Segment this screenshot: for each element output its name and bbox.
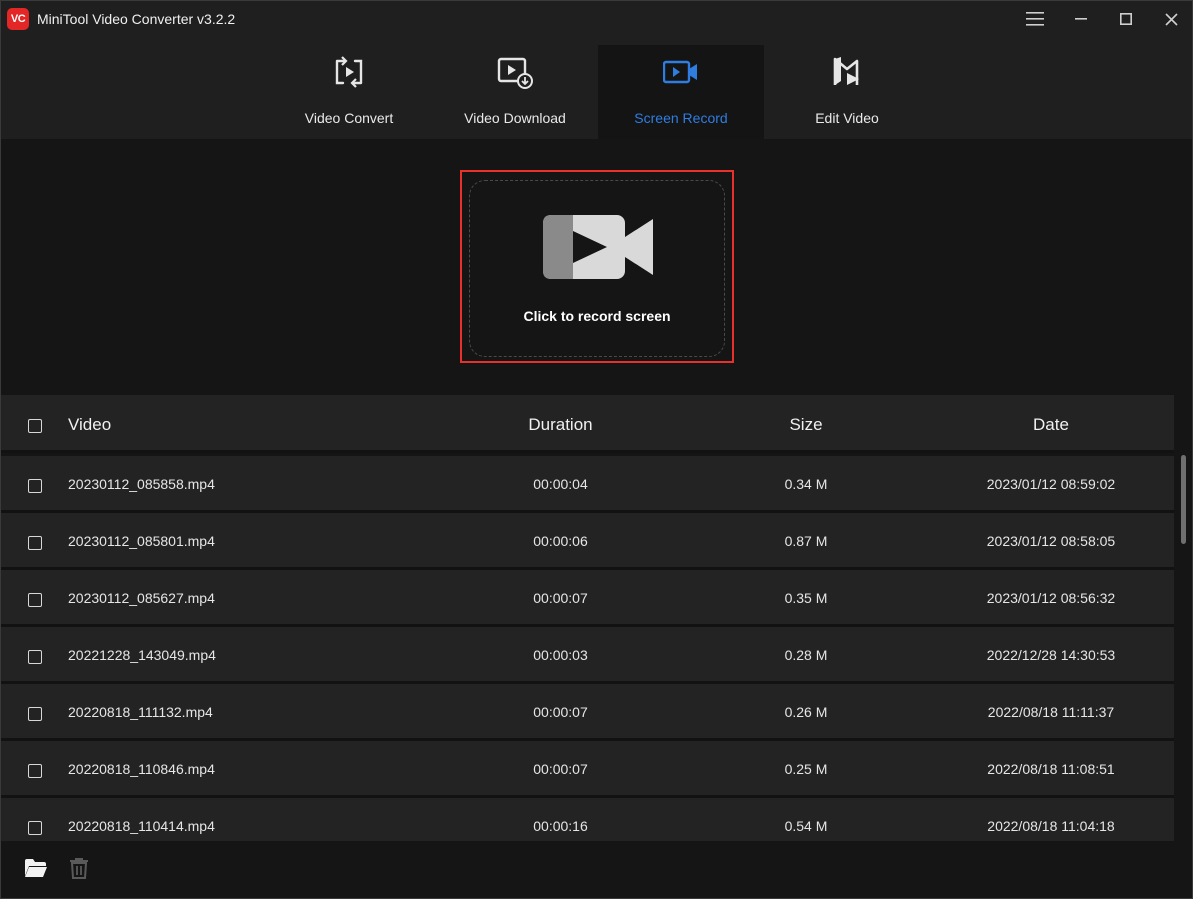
video-duration: 00:00:16 xyxy=(533,818,588,834)
row-checkbox[interactable] xyxy=(28,593,42,607)
video-name: 20230112_085858.mp4 xyxy=(68,476,215,492)
row-checkbox[interactable] xyxy=(28,650,42,664)
close-icon[interactable] xyxy=(1154,7,1188,31)
video-size: 0.54 M xyxy=(784,818,828,834)
video-duration: 00:00:07 xyxy=(533,704,588,720)
video-name: 20220818_110846.mp4 xyxy=(68,761,215,777)
table-row[interactable]: 20230112_085801.mp4 00:00:06 0.87 M 2023… xyxy=(1,513,1174,570)
tab-label: Video Convert xyxy=(304,110,394,126)
main-nav: Video Convert Video Download Screen Reco… xyxy=(1,37,1192,139)
maximize-icon[interactable] xyxy=(1109,7,1143,31)
table-header: Video Duration Size Date xyxy=(1,395,1174,453)
screen-record-icon xyxy=(663,60,697,84)
tab-video-convert[interactable]: Video Convert xyxy=(266,45,432,139)
tab-label: Video Download xyxy=(464,110,566,126)
video-date: 2023/01/12 08:58:05 xyxy=(986,533,1116,549)
video-size: 0.35 M xyxy=(784,590,828,606)
header-size: Size xyxy=(789,415,823,434)
hamburger-menu-icon[interactable] xyxy=(1018,7,1052,31)
video-name: 20220818_111132.mp4 xyxy=(68,704,213,720)
video-date: 2023/01/12 08:59:02 xyxy=(986,476,1116,492)
minimize-icon[interactable] xyxy=(1064,7,1098,31)
edit-video-icon xyxy=(833,57,859,85)
record-label: Click to record screen xyxy=(523,308,671,324)
video-convert-icon xyxy=(335,56,363,88)
record-screen-button[interactable]: Click to record screen xyxy=(469,180,725,357)
tab-edit-video[interactable]: Edit Video xyxy=(764,45,930,139)
tab-video-download[interactable]: Video Download xyxy=(432,45,598,139)
row-checkbox[interactable] xyxy=(28,707,42,721)
video-size: 0.26 M xyxy=(784,704,828,720)
select-all-checkbox[interactable] xyxy=(28,419,42,433)
recordings-table: Video Duration Size Date 20230112_085858… xyxy=(1,395,1174,841)
table-row[interactable]: 20220818_111132.mp4 00:00:07 0.26 M 2022… xyxy=(1,684,1174,741)
video-date: 2023/01/12 08:56:32 xyxy=(986,590,1116,606)
table-row[interactable]: 20230112_085627.mp4 00:00:07 0.35 M 2023… xyxy=(1,570,1174,627)
row-checkbox[interactable] xyxy=(28,536,42,550)
video-duration: 00:00:03 xyxy=(533,647,588,663)
header-video: Video xyxy=(68,415,112,434)
row-checkbox[interactable] xyxy=(28,821,42,835)
app-logo: VC xyxy=(7,8,29,30)
table-row[interactable]: 20220818_110846.mp4 00:00:07 0.25 M 2022… xyxy=(1,741,1174,798)
video-date: 2022/12/28 14:30:53 xyxy=(986,647,1116,663)
row-checkbox[interactable] xyxy=(28,764,42,778)
video-name: 20230112_085801.mp4 xyxy=(68,533,215,549)
record-area: Click to record screen xyxy=(1,139,1192,394)
tab-screen-record[interactable]: Screen Record xyxy=(598,45,764,139)
table-row[interactable]: 20230112_085858.mp4 00:00:04 0.34 M 2023… xyxy=(1,456,1174,513)
video-name: 20220818_110414.mp4 xyxy=(68,818,215,834)
video-size: 0.87 M xyxy=(784,533,828,549)
table-row[interactable]: 20220818_110414.mp4 00:00:16 0.54 M 2022… xyxy=(1,798,1174,841)
video-size: 0.25 M xyxy=(784,761,828,777)
app-title: MiniTool Video Converter v3.2.2 xyxy=(37,11,236,27)
row-checkbox[interactable] xyxy=(28,479,42,493)
video-date: 2022/08/18 11:11:37 xyxy=(987,704,1115,720)
video-name: 20230112_085627.mp4 xyxy=(68,590,215,606)
video-duration: 00:00:04 xyxy=(533,476,588,492)
video-size: 0.34 M xyxy=(784,476,828,492)
table-scrollbar-thumb[interactable] xyxy=(1181,455,1186,544)
table-row[interactable]: 20221228_143049.mp4 00:00:03 0.28 M 2022… xyxy=(1,627,1174,684)
video-duration: 00:00:07 xyxy=(533,590,588,606)
tab-label: Edit Video xyxy=(815,110,879,126)
title-bar: VC MiniTool Video Converter v3.2.2 xyxy=(1,1,1192,37)
video-date: 2022/08/18 11:04:18 xyxy=(987,818,1115,834)
video-download-icon xyxy=(497,57,533,89)
video-date: 2022/08/18 11:08:51 xyxy=(987,761,1115,777)
folder-open-icon[interactable] xyxy=(24,857,48,879)
video-name: 20221228_143049.mp4 xyxy=(68,647,216,663)
video-duration: 00:00:06 xyxy=(533,533,588,549)
trash-icon[interactable] xyxy=(67,857,91,879)
header-duration: Duration xyxy=(528,415,593,434)
app-window: VC MiniTool Video Converter v3.2.2 Video… xyxy=(0,0,1193,899)
bottom-toolbar xyxy=(1,841,1192,898)
video-camera-icon xyxy=(543,215,653,279)
tab-label: Screen Record xyxy=(634,110,728,126)
video-size: 0.28 M xyxy=(784,647,828,663)
header-date: Date xyxy=(1033,415,1069,434)
video-duration: 00:00:07 xyxy=(533,761,588,777)
